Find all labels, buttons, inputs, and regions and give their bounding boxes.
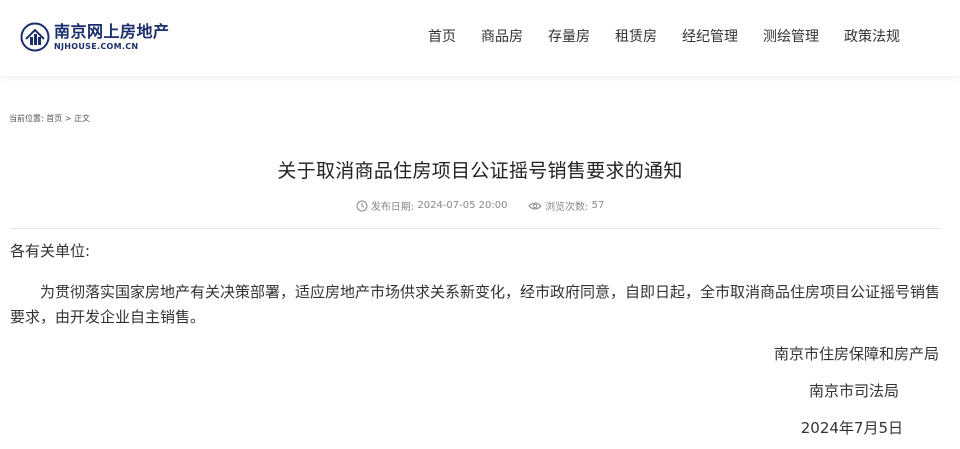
breadcrumb-current: 正文 [74,114,91,123]
nav-brokerage-management[interactable]: 经纪管理 [682,28,738,46]
site-header: 南京网上房地产 NJHOUSE.COM.CN 首页 商品房 存量房 租赁房 经纪… [0,0,960,76]
nav-policies-regulations[interactable]: 政策法规 [844,28,900,46]
article-title: 关于取消商品住房项目公证摇号销售要求的通知 [277,160,683,182]
breadcrumb-home[interactable]: 首页 [46,114,62,123]
views-label: 浏览次数: [545,202,589,213]
salutation: 各有关单位: [10,242,91,260]
breadcrumb-separator: > [64,114,72,123]
nav-surveying-management[interactable]: 测绘管理 [763,28,819,46]
breadcrumb-prefix: 当前位置: [9,114,44,123]
title-divider [10,228,940,229]
publish-date: 2024-07-05 20:00 [417,200,508,211]
article-meta: 发布日期: 2024-07-05 20:00 浏览次数: 57 [0,198,960,213]
signature-housing-bureau: 南京市住房保障和房产局 [773,345,939,363]
main-nav: 首页 商品房 存量房 租赁房 经纪管理 测绘管理 政策法规 [428,28,925,46]
nav-rental-housing[interactable]: 租赁房 [615,28,657,46]
nav-second-hand-housing[interactable]: 存量房 [548,28,590,46]
views-count: 57 [591,200,605,211]
nav-home[interactable]: 首页 [428,28,456,46]
breadcrumb: 当前位置: 首页 > 正文 [9,113,90,124]
logo-domain: NJHOUSE.COM.CN [54,41,139,51]
site-logo[interactable]: 南京网上房地产 NJHOUSE.COM.CN [20,22,170,52]
clock-icon [356,200,368,211]
eye-icon [528,202,542,209]
house-building-logo-icon [20,22,50,52]
publish-date-label: 发布日期: [370,202,415,213]
logo-title: 南京网上房地产 [54,21,170,41]
article-paragraph: 为贯彻落实国家房地产有关决策部署，适应房地产市场供求关系新变化，经市政府同意，自… [10,283,941,326]
issue-date: 2024年7月5日 [800,419,903,437]
signature-justice-bureau: 南京市司法局 [808,382,899,400]
nav-new-housing[interactable]: 商品房 [481,28,523,46]
